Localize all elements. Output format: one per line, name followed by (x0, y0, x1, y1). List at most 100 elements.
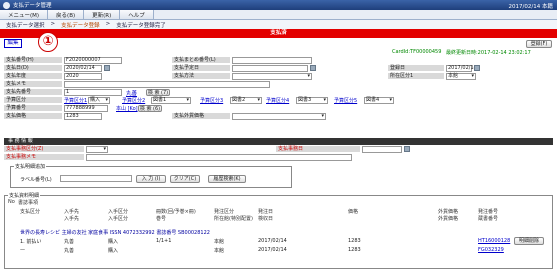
budget-no-label: 予算番号 (4, 105, 62, 111)
pay-memo-label: 支払メモ (4, 81, 62, 87)
head-get-class: 入手区分 (108, 209, 129, 215)
calendar-icon[interactable] (104, 65, 110, 71)
register-button[interactable]: 登録(F) (526, 40, 552, 48)
head-location: 所在館(特別配置) (214, 216, 253, 222)
budget1-label[interactable]: 予算区分1 (64, 97, 87, 104)
head-vendor2: 入手先 (64, 216, 80, 222)
budget4-select[interactable]: 図書3 (296, 97, 328, 104)
budget-no-input[interactable]: 777888999 (64, 105, 108, 112)
pay-year-label: 支払年度 (4, 73, 62, 79)
head-inspect-date: 検収日 (258, 216, 274, 222)
card-id: CardId:TF00000459 (392, 49, 442, 55)
pay-year-input[interactable]: 2020 (64, 73, 102, 80)
vendor-no-input[interactable]: 1 (64, 89, 122, 96)
budget2-label[interactable]: 予算区分2 (122, 97, 145, 104)
head-foreign: 外貨価格 (438, 209, 459, 215)
vendor-link[interactable]: 丸善 (126, 89, 137, 97)
header-date: 2017/02/14 本籍 (508, 4, 553, 10)
row2-date: 2017/02/14 (258, 247, 287, 253)
method-select[interactable] (232, 73, 312, 80)
clear-button[interactable]: クリア(C) (170, 175, 200, 183)
reg-date-label: 登録日 (388, 65, 444, 71)
head-foreign2: 外貨価格 (438, 216, 459, 222)
crumb-register[interactable]: 支払データ登録 (61, 21, 100, 29)
head-holding-no: 蔵書番号 (478, 216, 499, 222)
pay-memo-input[interactable] (64, 81, 270, 88)
breadcrumb: 支払データ選択 > 支払データ登録 > 支払データ登録完了 (0, 20, 557, 29)
office-date-input[interactable] (362, 146, 402, 153)
row2-class: — (20, 247, 25, 253)
vendor-search-button[interactable]: 検 索 (7) (146, 89, 170, 96)
row2-get-class: 購入 (108, 248, 119, 254)
pay-date-label: 支払日(D) (4, 65, 62, 71)
amount-input[interactable]: 1283 (64, 113, 102, 120)
place-label: 所在区分1 (388, 73, 444, 79)
row2-holding-link[interactable]: FG032329 (478, 247, 504, 253)
place-select[interactable]: 本館 (446, 73, 476, 80)
detail-list-legend: 支払資料明細 (8, 192, 41, 199)
tab-edit[interactable]: 編集 (4, 39, 22, 48)
office-memo-label: 支払事務メモ (4, 154, 84, 160)
office-dept-select[interactable] (86, 146, 108, 153)
pay-class-label: 予算区分 (4, 97, 62, 103)
office-memo-input[interactable] (86, 154, 352, 161)
menu-bar: メニュー(M) 戻る(B) 更新(R) ヘルプ (0, 10, 557, 20)
menu-main[interactable]: メニュー(M) (0, 10, 49, 19)
row2-vendor: 丸善 (64, 248, 75, 254)
batch-input[interactable] (232, 57, 312, 64)
honbu-link[interactable]: 本山 [Ko] (116, 105, 138, 112)
batch-label: 支払まとめ番号(L) (172, 57, 230, 63)
budget4-label[interactable]: 予算区分4 (266, 97, 289, 104)
foreign-select[interactable] (232, 113, 326, 120)
budget5-label[interactable]: 予算区分5 (334, 97, 357, 104)
budget-search-button[interactable]: 検 索 (6) (138, 105, 162, 112)
history-search-button[interactable]: 履歴検索(K) (208, 175, 246, 183)
head-no: No (8, 199, 15, 205)
pay-date-input[interactable]: 2020/02/14 (64, 65, 102, 72)
method-label: 支払方法 (172, 73, 230, 79)
bib-info: 世界の長寿レシピ 主婦の友社 家庭食事 ISSN 4072332992 書誌番号… (20, 230, 210, 236)
add-detail-legend: 支払明細追加 (14, 163, 47, 170)
input-button[interactable]: 入 力 (I) (136, 175, 166, 183)
calendar-icon[interactable] (404, 146, 410, 152)
menu-refresh[interactable]: 更新(R) (84, 10, 121, 19)
vendor-no-label: 支払先番号 (4, 89, 62, 95)
section-office: 事 務 情 報 (4, 138, 553, 145)
due-input[interactable] (232, 65, 308, 72)
budget3-select[interactable]: 図書2 (230, 97, 262, 104)
label-no-input[interactable] (60, 175, 132, 182)
label-no-label: ラベル番号(L) (20, 177, 52, 183)
calendar-icon[interactable] (310, 65, 316, 71)
office-dept-label: 支払事務区分(Z) (4, 146, 84, 152)
budget2-select[interactable]: 図書1 (151, 97, 191, 104)
pay-no-input[interactable]: F2020000007 (64, 57, 122, 64)
pay-no-label: 支払番号(H) (4, 57, 62, 63)
amount-label: 支払価格 (4, 113, 62, 119)
calendar-icon[interactable] (474, 65, 480, 71)
reg-date-input[interactable]: 2017/02/14 (446, 65, 477, 72)
crumb-select[interactable]: 支払データ選択 (6, 21, 45, 29)
menu-back[interactable]: 戻る(B) (48, 10, 85, 19)
head-order-date: 発注日 (258, 209, 274, 215)
annotation-circle: ① (38, 32, 58, 52)
row1-order-link[interactable]: HT16000128 (478, 238, 510, 244)
head-vendor: 入手先 (64, 209, 80, 215)
head-order-class: 発注区分 (214, 209, 235, 215)
row-delete-button[interactable]: 明細削除 (514, 237, 544, 245)
last-updated: 最終更新日時:2017-02-14 23:02:17 (446, 50, 531, 56)
row1-price: 1283 (348, 238, 361, 244)
row1-location: 本館 (214, 239, 225, 245)
office-date-label: 支払事務日 (276, 146, 360, 152)
row1-vendor: 丸善 (64, 239, 75, 245)
head-order-no: 発注番号 (478, 209, 499, 215)
head-bib: 書誌事項 (18, 200, 39, 206)
budget3-label[interactable]: 予算区分3 (200, 97, 223, 104)
menu-help[interactable]: ヘルプ (120, 10, 154, 19)
row2-location: 本館 (214, 248, 225, 254)
head-volumes: 冊数(回/予巻×冊) (156, 209, 196, 215)
row1-get-class: 購入 (108, 239, 119, 245)
status-banner: 支払済 (0, 29, 557, 38)
budget1-select[interactable]: 購入 (88, 97, 110, 104)
budget5-select[interactable]: 図書4 (364, 97, 394, 104)
crumb-complete[interactable]: 支払データ登録完了 (116, 21, 166, 29)
